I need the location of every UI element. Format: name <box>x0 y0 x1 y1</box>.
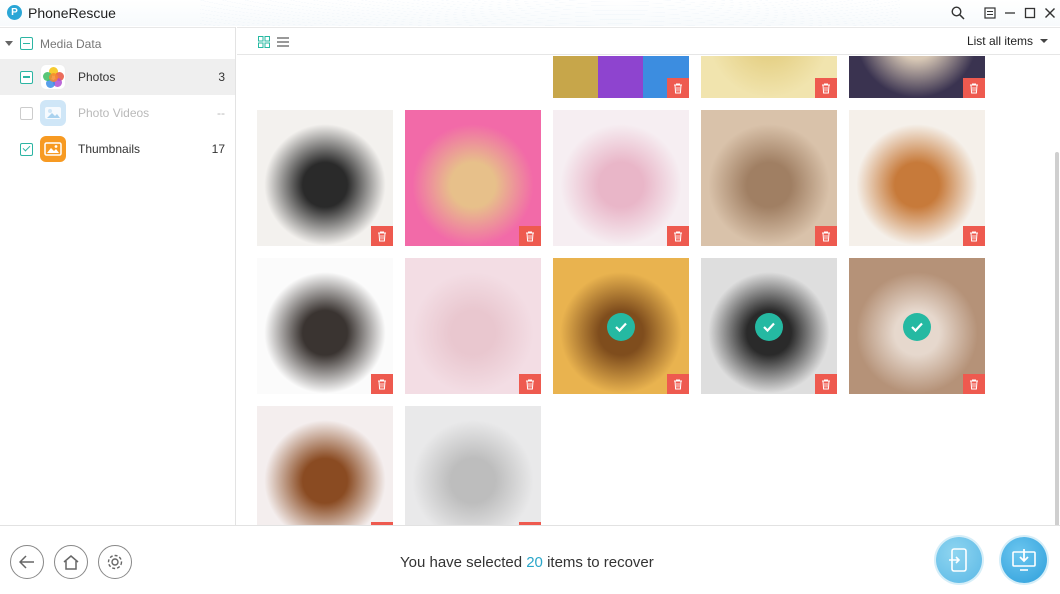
delete-icon[interactable] <box>963 374 985 394</box>
app-title: PhoneRescue <box>28 5 116 21</box>
photo-sleeping-puppy[interactable] <box>405 110 541 246</box>
to-device-icon <box>949 548 967 572</box>
minimize-icon[interactable] <box>1000 3 1020 23</box>
photo-two-cats[interactable] <box>701 258 837 394</box>
photo-white-pomeranian[interactable] <box>257 258 393 394</box>
recover-to-device-button[interactable] <box>936 537 982 583</box>
sidebar-item-thumbnails[interactable]: Thumbnails 17 <box>0 131 235 167</box>
sidebar-item-count: -- <box>217 106 225 120</box>
menu-icon[interactable] <box>980 3 1000 23</box>
chevron-down-icon <box>1040 39 1048 43</box>
selection-status: You have selected 20 items to recover <box>400 554 654 571</box>
photo-partial-yellow[interactable] <box>701 56 837 98</box>
title-bar-decoration <box>200 0 900 26</box>
sidebar-item-photo-videos: Photo Videos -- <box>0 95 235 131</box>
sidebar-item-count: 17 <box>211 142 225 156</box>
close-icon[interactable] <box>1040 3 1060 23</box>
sidebar-item-label: Thumbnails <box>78 142 141 156</box>
photo-partial-ios-icons[interactable] <box>553 56 689 98</box>
sidebar-item-label: Photo Videos <box>78 106 150 120</box>
photos-checkbox[interactable] <box>20 70 33 84</box>
sidebar-header-media-data[interactable]: Media Data <box>0 27 235 59</box>
photo-partial-dark[interactable] <box>849 56 985 98</box>
recover-to-computer-button[interactable] <box>1001 537 1047 583</box>
delete-icon[interactable] <box>519 374 541 394</box>
content-toolbar: List all items <box>237 27 1060 55</box>
media-data-checkbox[interactable] <box>20 37 33 50</box>
settings-icon <box>107 554 123 570</box>
status-prefix: You have selected <box>400 554 527 571</box>
photo-hamster[interactable] <box>849 258 985 394</box>
vertical-scrollbar[interactable] <box>1055 152 1059 525</box>
photo-kitten-butterfly[interactable] <box>701 110 837 246</box>
delete-icon[interactable] <box>815 226 837 246</box>
delete-icon[interactable] <box>667 226 689 246</box>
delete-icon[interactable] <box>371 374 393 394</box>
photo-pink-kitten[interactable] <box>405 258 541 394</box>
photo-videos-icon <box>40 100 66 126</box>
sidebar-header-label: Media Data <box>40 36 102 51</box>
delete-icon[interactable] <box>667 78 689 98</box>
thumbnails-checkbox[interactable] <box>20 142 33 156</box>
phonerescue-window: P PhoneRescue Media Data Photos 3 Photo … <box>0 0 1060 594</box>
thumbnails-icon <box>40 136 66 162</box>
selected-check-icon <box>755 313 783 341</box>
photo-panda-puppy[interactable] <box>257 110 393 246</box>
list-filter-dropdown[interactable]: List all items <box>967 34 1048 48</box>
sidebar-item-count: 3 <box>218 70 225 84</box>
photo-golden-puppy[interactable] <box>553 258 689 394</box>
list-view-icon[interactable] <box>277 35 289 47</box>
photo-grid <box>237 56 1060 525</box>
collapse-caret-icon[interactable] <box>5 41 13 46</box>
search-icon[interactable] <box>948 3 968 23</box>
delete-icon[interactable] <box>519 226 541 246</box>
selected-count: 20 <box>526 554 543 571</box>
back-icon <box>19 555 34 569</box>
bottom-bar: You have selected 20 items to recover <box>0 525 1060 594</box>
status-suffix: items to recover <box>542 554 654 571</box>
to-computer-icon <box>1012 549 1036 571</box>
home-button[interactable] <box>54 545 88 579</box>
app-logo-icon: P <box>7 5 22 20</box>
photo-white-kitten[interactable] <box>553 110 689 246</box>
settings-button[interactable] <box>98 545 132 579</box>
photos-app-icon <box>40 64 66 90</box>
photo-videos-checkbox <box>20 106 33 120</box>
maximize-icon[interactable] <box>1020 3 1040 23</box>
photo-white-puppies[interactable] <box>405 406 541 525</box>
selected-check-icon <box>903 313 931 341</box>
photo-pomeranian[interactable] <box>849 110 985 246</box>
grid-view-icon[interactable] <box>258 35 270 48</box>
selected-check-icon <box>607 313 635 341</box>
photo-calico-kitten[interactable] <box>257 406 393 525</box>
delete-icon[interactable] <box>963 226 985 246</box>
delete-icon[interactable] <box>371 226 393 246</box>
title-bar: P PhoneRescue <box>0 0 1060 26</box>
delete-icon[interactable] <box>815 374 837 394</box>
delete-icon[interactable] <box>815 78 837 98</box>
sidebar-item-label: Photos <box>78 70 116 84</box>
delete-icon[interactable] <box>963 78 985 98</box>
back-button[interactable] <box>10 545 44 579</box>
list-filter-label: List all items <box>966 34 1033 48</box>
delete-icon[interactable] <box>667 374 689 394</box>
sidebar-item-photos[interactable]: Photos 3 <box>0 59 235 95</box>
sidebar: Media Data Photos 3 Photo Videos -- Thum… <box>0 27 236 525</box>
home-icon <box>63 554 79 570</box>
